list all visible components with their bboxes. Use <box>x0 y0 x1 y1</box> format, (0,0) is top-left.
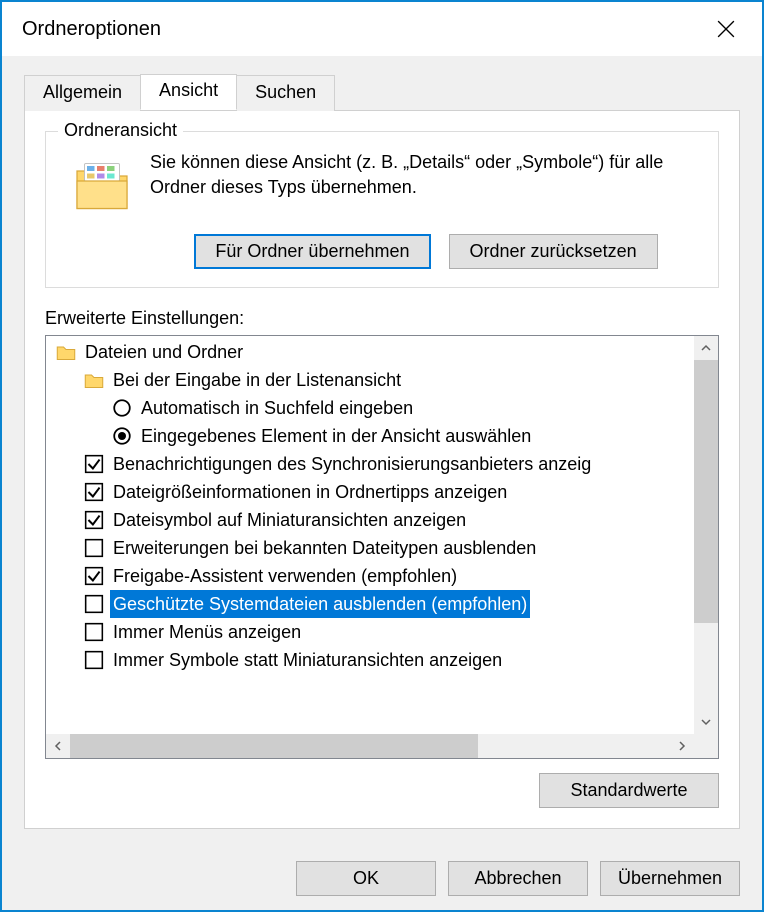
checkbox-checked-icon <box>84 566 104 586</box>
dialog-client-area: Allgemein Ansicht Suchen Ordneransicht <box>2 56 762 847</box>
scroll-up-arrow-icon[interactable] <box>694 336 718 360</box>
titlebar: Ordneroptionen <box>2 2 762 56</box>
tree-option-typing-select[interactable]: Eingegebenes Element in der Ansicht ausw… <box>50 422 694 450</box>
close-button[interactable] <box>706 9 746 49</box>
reset-folders-button[interactable]: Ordner zurücksetzen <box>449 234 658 269</box>
close-icon <box>717 20 735 38</box>
tree-option-sync-notifications[interactable]: Benachrichtigungen des Synchronisierungs… <box>50 450 694 478</box>
tree-option-hide-system-files[interactable]: Geschützte Systemdateien ausblenden (emp… <box>50 590 694 618</box>
checkbox-unchecked-icon <box>84 650 104 670</box>
scrollbar-thumb[interactable] <box>70 734 478 758</box>
tree-vertical-scrollbar[interactable] <box>694 336 718 734</box>
tree-option-hide-extensions[interactable]: Erweiterungen bei bekannten Dateitypen a… <box>50 534 694 562</box>
tree-horizontal-scrollbar[interactable] <box>46 734 718 758</box>
tab-general[interactable]: Allgemein <box>24 75 141 111</box>
scroll-left-arrow-icon[interactable] <box>46 734 70 758</box>
tree-option-icon-on-thumb[interactable]: Dateisymbol auf Miniaturansichten anzeig… <box>50 506 694 534</box>
radio-unchecked-icon <box>112 398 132 418</box>
apply-button[interactable]: Übernehmen <box>600 861 740 896</box>
tree-option-sharing-wizard[interactable]: Freigabe-Assistent verwenden (empfohlen) <box>50 562 694 590</box>
checkbox-unchecked-icon <box>84 594 104 614</box>
radio-checked-icon <box>112 426 132 446</box>
scrollbar-thumb[interactable] <box>694 360 718 623</box>
tab-page-view: Ordneransicht <box>24 110 740 829</box>
checkbox-checked-icon <box>84 454 104 474</box>
tree-group-files-and-folders[interactable]: Dateien und Ordner <box>50 338 694 366</box>
folder-options-dialog: Ordneroptionen Allgemein Ansicht Suchen … <box>0 0 764 912</box>
scroll-right-arrow-icon[interactable] <box>670 734 694 758</box>
tab-strip: Allgemein Ansicht Suchen <box>24 74 740 110</box>
ok-button[interactable]: OK <box>296 861 436 896</box>
tree-option-size-info[interactable]: Dateigrößeinformationen in Ordnertipps a… <box>50 478 694 506</box>
cancel-button[interactable]: Abbrechen <box>448 861 588 896</box>
checkbox-checked-icon <box>84 510 104 530</box>
scroll-down-arrow-icon[interactable] <box>694 710 718 734</box>
folder-view-description: Sie können diese Ansicht (z. B. „Details… <box>150 150 702 200</box>
tree-option-always-icons[interactable]: Immer Symbole statt Miniaturansichten an… <box>50 646 694 674</box>
folder-icon <box>72 156 132 216</box>
tab-view[interactable]: Ansicht <box>140 74 237 110</box>
tab-search[interactable]: Suchen <box>236 75 335 111</box>
tree-group-typing[interactable]: Bei der Eingabe in der Listenansicht <box>50 366 694 394</box>
advanced-settings-tree[interactable]: Dateien und Ordner Bei der Eingabe in de… <box>45 335 719 759</box>
folder-small-icon <box>84 370 104 390</box>
folder-view-group: Ordneransicht <box>45 131 719 288</box>
checkbox-checked-icon <box>84 482 104 502</box>
tree-option-typing-auto[interactable]: Automatisch in Suchfeld eingeben <box>50 394 694 422</box>
window-title: Ordneroptionen <box>22 18 706 41</box>
checkbox-unchecked-icon <box>84 622 104 642</box>
tree-option-always-menus[interactable]: Immer Menüs anzeigen <box>50 618 694 646</box>
apply-to-folders-button[interactable]: Für Ordner übernehmen <box>194 234 430 269</box>
folder-view-legend: Ordneransicht <box>58 120 183 141</box>
restore-defaults-button[interactable]: Standardwerte <box>539 773 719 808</box>
advanced-settings-label: Erweiterte Einstellungen: <box>45 308 719 329</box>
dialog-button-bar: OK Abbrechen Übernehmen <box>2 847 762 910</box>
checkbox-unchecked-icon <box>84 538 104 558</box>
folder-small-icon <box>56 342 76 362</box>
